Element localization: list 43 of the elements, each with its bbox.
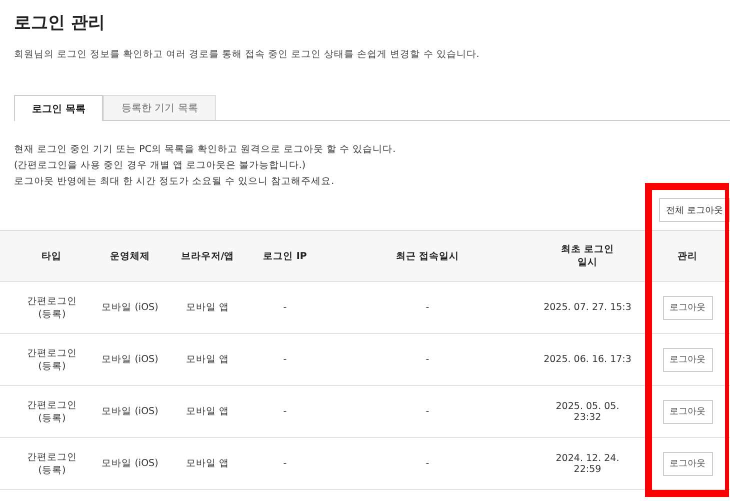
table-cell: -	[283, 302, 287, 313]
column-header: 최초 로그인 일시	[560, 243, 614, 269]
notice-text: 현재 로그인 중인 기기 또는 PC의 목록을 확인하고 원격으로 로그아웃 할 수 있습니다.	[14, 143, 397, 156]
table-cell: -	[283, 354, 287, 365]
column-header: 최근 접속일시	[396, 250, 460, 262]
column-header: 로그인 IP	[263, 250, 307, 262]
tab[interactable]: 등록한 기기 목록	[103, 95, 216, 120]
table-cell: 2025. 07. 27. 15:3	[544, 302, 632, 313]
table-cell: -	[426, 354, 430, 365]
page-title: 로그인 관리	[14, 12, 105, 34]
column-header: 브라우저/앱	[180, 250, 234, 262]
table-cell: 모바일 앱	[186, 457, 230, 470]
table-cell: -	[283, 458, 287, 469]
column-header: 관리	[678, 250, 698, 262]
table-cell: 2024. 12. 24. 22:59	[556, 452, 620, 474]
logout-button[interactable]: 로그아웃	[662, 348, 712, 372]
table-cell: 2025. 05. 05. 23:32	[556, 400, 620, 422]
table-cell: 모바일 앱	[186, 301, 230, 314]
table-cell: 간편로그인 (등록)	[27, 398, 77, 424]
notice-text: 로그아웃 반영에는 최대 한 시간 정도가 소요될 수 있으니 참고해주세요.	[14, 175, 336, 188]
table-cell: -	[426, 458, 430, 469]
table-cell: 모바일 앱	[186, 353, 230, 366]
table-cell: 모바일 (iOS)	[102, 405, 158, 418]
table-cell: 간편로그인 (등록)	[27, 294, 77, 320]
logout-button[interactable]: 로그아웃	[662, 452, 712, 476]
logout-button[interactable]: 로그아웃	[662, 296, 712, 320]
table-cell: 모바일 (iOS)	[102, 353, 158, 366]
table-cell: -	[426, 302, 430, 313]
table-cell: -	[283, 406, 287, 417]
table-cell: 모바일 (iOS)	[102, 457, 158, 470]
logout-all-button[interactable]: 전체 로그아웃	[659, 198, 730, 222]
tab[interactable]: 로그인 목록	[14, 95, 104, 121]
page-description: 회원님의 로그인 정보를 확인하고 여러 경로를 통해 접속 중인 로그인 상태를 손쉽게 변경할 수 있습니다.	[14, 48, 480, 61]
table-cell: 간편로그인 (등록)	[27, 346, 77, 372]
column-header: 타입	[42, 250, 62, 262]
logout-button[interactable]: 로그아웃	[662, 400, 712, 424]
notice-text: (간편로그인을 사용 중인 경우 개별 앱 로그아웃은 불가능합니다.)	[14, 159, 307, 172]
table-cell: 간편로그인 (등록)	[27, 450, 77, 476]
table-cell: 2025. 06. 16. 17:3	[544, 354, 632, 365]
table-cell: -	[426, 406, 430, 417]
table-cell: 모바일 앱	[186, 405, 230, 418]
column-header: 운영체제	[110, 250, 150, 262]
table-cell: 모바일 (iOS)	[102, 301, 158, 314]
